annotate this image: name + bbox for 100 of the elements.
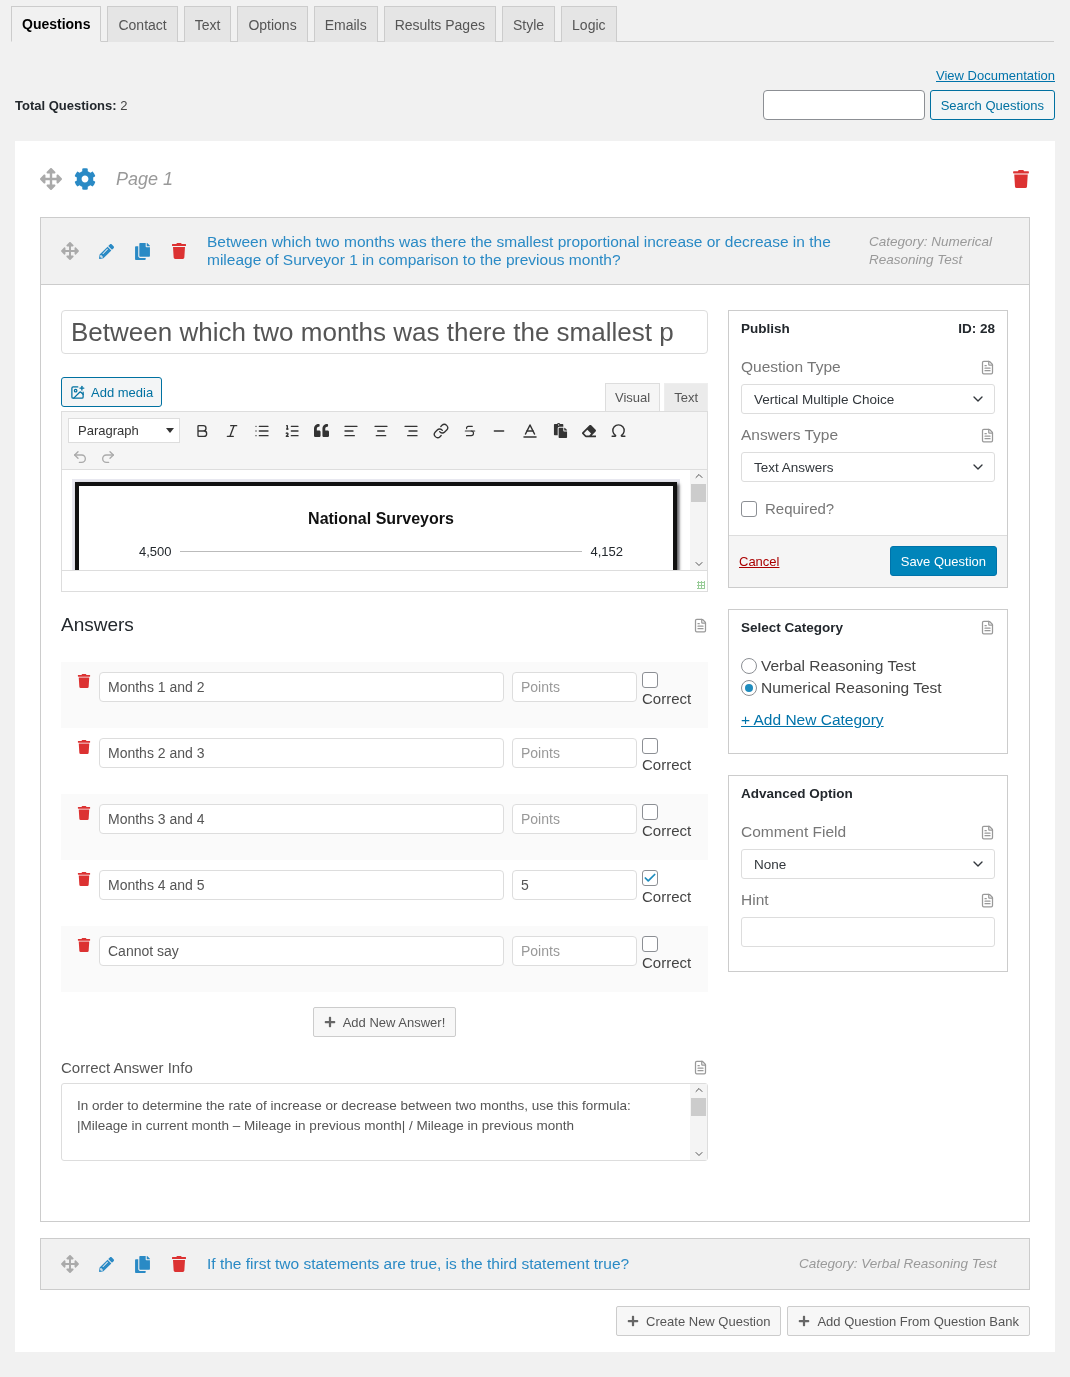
tab[interactable]: Results Pages	[383, 6, 496, 42]
trash-icon[interactable]	[171, 243, 187, 259]
trash-icon[interactable]	[77, 938, 91, 952]
document-icon	[980, 620, 995, 635]
link-icon[interactable]	[433, 422, 449, 439]
question-id: ID: 28	[958, 321, 995, 336]
footer-button[interactable]: Add Question From Question Bank	[787, 1306, 1030, 1336]
required-checkbox[interactable]	[741, 500, 757, 517]
correct-label: Correct	[642, 690, 692, 707]
points-field[interactable]: Points	[512, 936, 637, 966]
search-button[interactable]: Search Questions	[929, 90, 1055, 120]
tab[interactable]: Contact	[107, 6, 178, 42]
answers-heading: Answers	[61, 614, 134, 636]
question-title-field[interactable]: Between which two months was there the smallest p	[61, 310, 708, 354]
points-field[interactable]: Points	[512, 738, 637, 768]
trash-icon[interactable]	[77, 674, 91, 688]
move-icon[interactable]	[40, 168, 62, 190]
move-icon[interactable]	[61, 1255, 79, 1273]
points-field[interactable]: 5	[512, 870, 637, 900]
eraser-icon[interactable]	[582, 423, 596, 438]
correct-checkbox[interactable]	[642, 738, 658, 754]
tab[interactable]: Style	[501, 6, 556, 42]
field-label: Hint	[741, 891, 769, 909]
category-label: Numerical Reasoning Test	[761, 679, 942, 697]
resize-handle[interactable]	[697, 581, 705, 589]
question-category: Category: Numerical Reasoning Test	[869, 233, 994, 269]
settings-icon[interactable]	[74, 168, 96, 190]
select-field[interactable]: Vertical Multiple Choice	[741, 384, 995, 414]
document-icon	[980, 824, 995, 840]
correct-checkbox[interactable]	[642, 804, 658, 820]
italic-icon[interactable]	[224, 422, 240, 439]
answer-field[interactable]: Months 4 and 5	[99, 870, 504, 900]
pencil-icon[interactable]	[99, 1256, 114, 1272]
correct-checkbox[interactable]	[642, 672, 658, 688]
text-field[interactable]	[741, 917, 995, 947]
search-field[interactable]	[762, 90, 925, 120]
trash-icon[interactable]	[77, 740, 91, 754]
undo-icon[interactable]	[72, 449, 88, 465]
field-label: Question Type	[741, 358, 841, 376]
caret-icon	[166, 428, 174, 433]
select-field[interactable]: Text Answers	[741, 452, 995, 482]
trash-icon[interactable]	[1012, 170, 1030, 188]
pencil-icon[interactable]	[99, 243, 114, 259]
answer-field[interactable]: Cannot say	[99, 936, 504, 966]
editor-tab[interactable]: Text	[664, 383, 708, 411]
add-media-button[interactable]: Add media	[61, 377, 163, 407]
copy-icon[interactable]	[134, 1255, 151, 1273]
tab[interactable]: Logic	[561, 6, 617, 42]
info-text: In order to determine the rate of increase or decrease between two months, use this formula: |Mileage in current month – Mileage in previous month| / Mileage in previous month	[76, 1097, 632, 1135]
field-label: Comment Field	[741, 823, 847, 841]
info-textarea[interactable]: In order to determine the rate of increase or decrease between two months, use this formula: |Mileage in current month – Mileage in previous month| / Mileage in previous month	[61, 1083, 708, 1161]
quote-icon[interactable]	[314, 423, 329, 438]
trash-icon[interactable]	[171, 1256, 187, 1272]
answer-field[interactable]: Months 3 and 4	[99, 804, 504, 834]
scrollbar-thumb[interactable]	[691, 484, 706, 502]
copy-icon[interactable]	[134, 242, 151, 260]
select-field[interactable]: None	[741, 849, 995, 879]
category-label: Verbal Reasoning Test	[761, 657, 916, 675]
numbered-list-icon[interactable]	[284, 422, 300, 439]
axis-label: 4,500	[139, 544, 172, 559]
panel-title: Publish	[741, 321, 790, 336]
text-color-icon[interactable]	[521, 421, 539, 440]
bold-icon[interactable]	[194, 422, 210, 439]
scrollbar-thumb[interactable]	[691, 1098, 706, 1116]
add-answer-button[interactable]: Add New Answer!	[312, 1007, 457, 1037]
scrollbar[interactable]	[690, 470, 707, 570]
correct-checkbox[interactable]	[642, 870, 658, 886]
correct-label: Correct	[642, 822, 692, 839]
trash-icon[interactable]	[77, 806, 91, 820]
required-label: Required?	[765, 500, 835, 517]
answer-field[interactable]: Months 1 and 2	[99, 672, 504, 702]
add-category-link[interactable]: + Add New Category	[741, 711, 995, 729]
tab[interactable]: Emails	[313, 6, 378, 42]
tab[interactable]: Options	[237, 6, 308, 42]
tab[interactable]: Text	[183, 6, 232, 42]
answer-field[interactable]: Months 2 and 3	[99, 738, 504, 768]
strikethrough-icon[interactable]	[463, 423, 477, 438]
redo-icon[interactable]	[100, 449, 116, 465]
save-question-button[interactable]: Save Question	[889, 546, 997, 576]
plus-icon	[627, 1315, 640, 1327]
category-radio[interactable]	[741, 680, 757, 696]
document-icon	[980, 892, 995, 908]
cancel-link[interactable]: Cancel	[739, 553, 780, 569]
omega-icon[interactable]	[610, 422, 627, 439]
scrollbar[interactable]	[690, 1084, 707, 1160]
paste-icon[interactable]	[553, 423, 568, 438]
format-select[interactable]: Paragraph	[68, 418, 180, 443]
move-icon[interactable]	[61, 242, 79, 260]
editor-tab[interactable]: Visual	[604, 383, 661, 411]
trash-icon[interactable]	[77, 872, 91, 886]
footer-button[interactable]: Create New Question	[616, 1306, 782, 1336]
points-field[interactable]: Points	[512, 804, 637, 834]
page-title: Page 1	[116, 168, 175, 190]
category-radio[interactable]	[741, 658, 757, 674]
correct-label: Correct	[642, 954, 692, 971]
correct-checkbox[interactable]	[642, 936, 658, 952]
points-field[interactable]: Points	[512, 672, 637, 702]
info-label: Correct Answer Info	[61, 1059, 193, 1076]
tab[interactable]: Questions	[11, 6, 102, 42]
documentation-link[interactable]: View Documentation	[936, 68, 1055, 83]
